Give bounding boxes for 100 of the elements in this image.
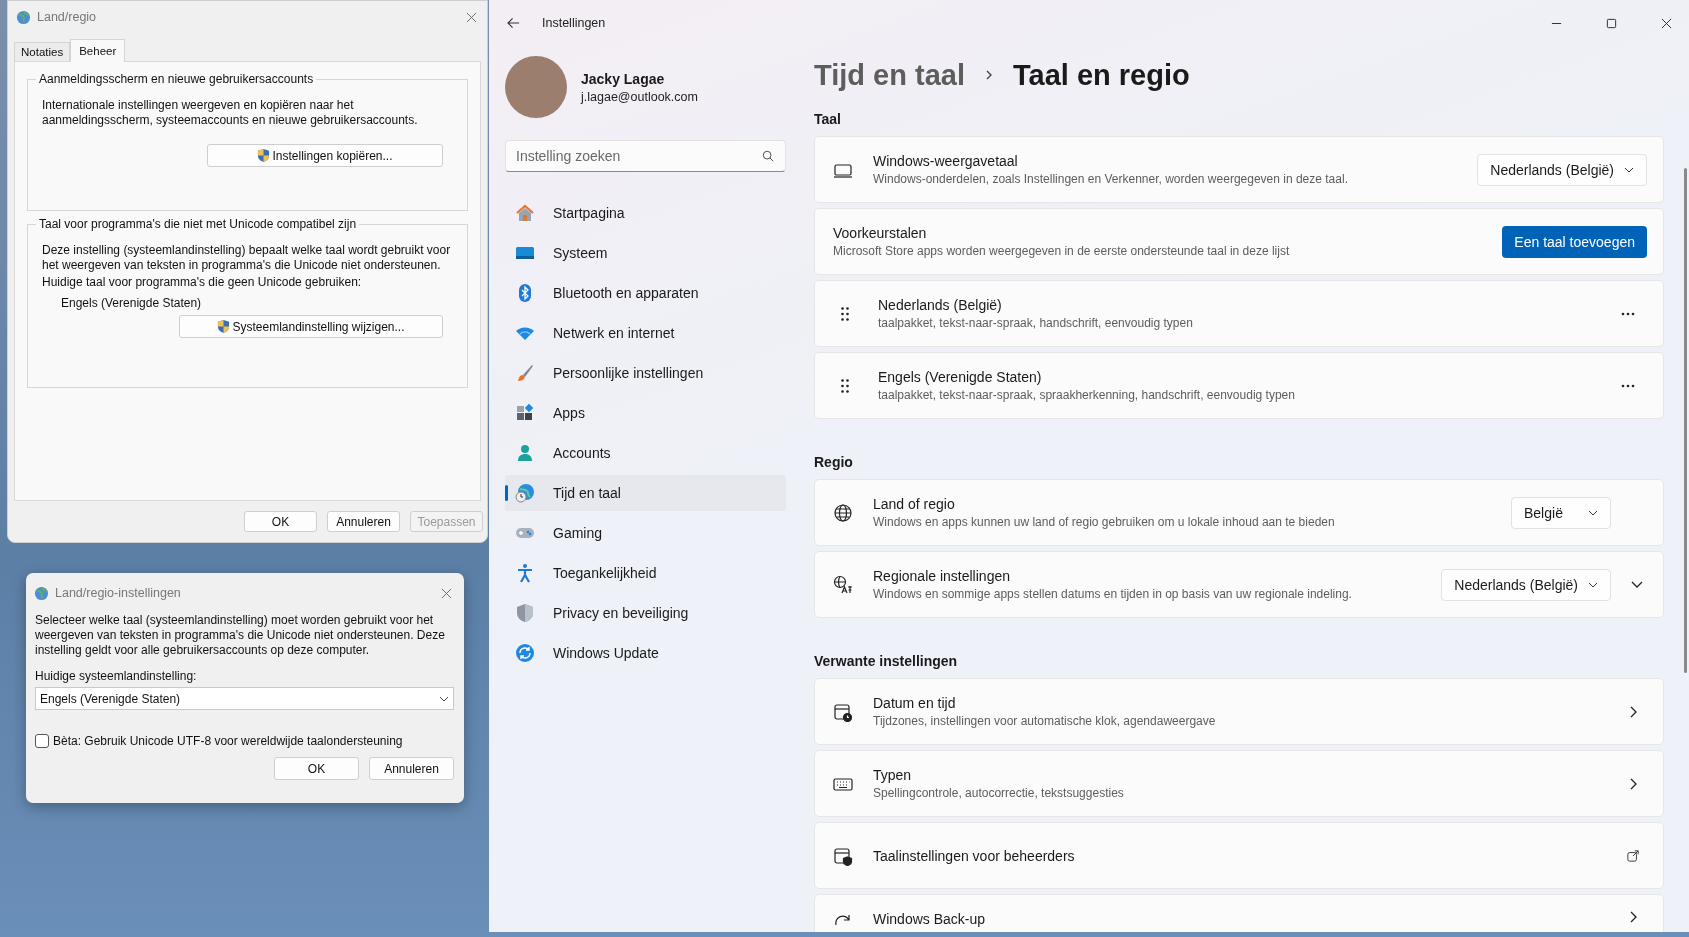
nav-item[interactable]: Netwerk en internet [505,315,786,351]
setting-title: Typen [873,767,913,783]
accessibility-icon [515,563,535,583]
nav-item[interactable]: Tijd en taal [505,475,786,511]
setting-title: Nederlands (België) [878,297,1003,313]
settings-card[interactable]: Datum en tijd Tijdzones, instellingen voor automatische klok, agendaweergave [814,678,1664,745]
nav-item[interactable]: Toegankelijkheid [505,555,786,591]
external-link-icon [1627,849,1639,862]
drag-handle-icon[interactable] [841,378,849,393]
nav-item[interactable]: Startpagina [505,195,786,231]
search-field[interactable]: Instelling zoeken [505,140,786,172]
user-email: j.lagae@outlook.com [581,89,698,104]
nav-item[interactable]: Apps [505,395,786,431]
description-text: Internationale instellingen weergeven en kopiëren naar het aanmeldingsscherm, systeemaccounts en nieuwe gebruikersaccounts. [42,98,419,128]
brush-icon [515,363,535,383]
dialog-button[interactable]: OK [274,757,359,780]
setting-description: taalpakket, tekst-naar-spraak, handschrift, eenvoudig typen [878,316,1194,330]
settings-card[interactable]: Windows Back-up [814,894,1664,932]
shield-icon [257,148,271,163]
description-text: Deze instelling (systeemlandinstelling) bepaalt welke taal wordt gebruikt voor het weergeven van teksten in programma's die Unicode niet ondersteunen. [42,243,452,273]
tab[interactable]: Notaties [14,42,71,61]
calendar-icon [833,701,853,722]
back-arrow-icon[interactable] [507,17,520,29]
section-heading: Verwante instellingen [814,653,959,669]
dropdown[interactable]: Nederlands (België) [1441,568,1611,601]
group-heading: Taal voor programma's die niet met Unicode compatibel zijn [36,217,360,231]
maximize-icon[interactable] [1606,17,1617,29]
dialog-title: Land/regio [37,10,98,24]
setting-description: Microsoft Store apps worden weergegeven in de eerste ondersteunde taal in deze lijst [833,244,1291,258]
home-icon [515,203,535,223]
dialog-button[interactable]: Annuleren [327,511,400,532]
breadcrumb-parent[interactable]: Tijd en taal [814,58,965,92]
apps-icon [515,403,535,423]
chevron-down-icon [439,695,449,702]
nav-item[interactable]: Gaming [505,515,786,551]
close-icon[interactable] [1661,17,1672,29]
window-title: Instellingen [542,16,606,30]
setting-description: Spellingcontrole, autocorrectie, tekstsuggesties [873,786,1125,800]
globe-icon [833,502,853,523]
tab[interactable]: Beheer [70,39,126,62]
chevron-down-icon [1588,509,1598,516]
search-icon [762,150,774,162]
drag-handle-icon[interactable] [841,306,849,321]
setting-description: Windows en apps kunnen uw land of regio gebruiken om u lokale inhoud aan te bieden [873,515,1336,529]
globe-icon [16,9,31,25]
more-options-icon[interactable] [1621,383,1635,388]
sync-icon [515,643,535,663]
more-options-icon[interactable] [1621,311,1635,316]
page-title: Taal en regio [1012,58,1190,92]
setting-title: Windows-weergavetaal [873,153,1019,169]
dialog-button[interactable]: OK [244,511,317,532]
globe-letters-icon [833,574,853,595]
scrollbar[interactable] [1684,168,1687,673]
chevron-right-icon [984,69,993,81]
settings-card[interactable]: Typen Spellingcontrole, autocorrectie, tekstsuggesties [814,750,1664,817]
setting-description: Tijdzones, instellingen voor automatische klok, agendaweergave [873,714,1217,728]
nav-item[interactable]: Privacy en beveiliging [505,595,786,631]
setting-title: Datum en tijd [873,695,957,711]
group-heading: Aanmeldingsscherm en nieuwe gebruikersaccounts [36,72,317,86]
nav-item[interactable]: Accounts [505,435,786,471]
setting-description: Windows-onderdelen, zoals Instellingen en Verkenner, worden weergegeven in deze taal. [873,172,1349,186]
settings-card[interactable]: Taalinstellingen voor beheerders [814,822,1664,889]
section-heading: Regio [814,454,854,470]
dropdown[interactable]: België [1511,496,1611,529]
setting-title: Land of regio [873,496,956,512]
change-locale-button[interactable]: Systeemlandinstelling wijzigen... [179,315,443,338]
setting-description: taalpakket, tekst-naar-spraak, spraakherkenning, handschrift, eenvoudig typen [878,388,1296,402]
person-icon [515,443,535,463]
setting-title: Windows Back-up [873,911,987,927]
setting-description: Windows en sommige apps stellen datums en tijden in op basis van uw regionale indeling. [873,587,1353,601]
nav-item[interactable]: Windows Update [505,635,786,671]
dialog-button[interactable]: Annuleren [369,757,454,780]
shield-icon [515,603,535,623]
checkbox-label: Bèta: Gebruik Unicode UTF-8 voor wereldwijde taalondersteuning [53,734,403,748]
dialog-title: Land/regio-instellingen [55,586,182,600]
locale-dropdown[interactable]: Engels (Verenigde Staten) [35,687,454,710]
nav-item[interactable]: Persoonlijke instellingen [505,355,786,391]
shield-icon [217,319,231,334]
setting-title: Engels (Verenigde Staten) [878,369,1043,385]
copy-settings-button[interactable]: Instellingen kopiëren... [207,144,443,167]
description-text: Selecteer welke taal (systeemlandinstelling) moet worden gebruikt voor het weergeven van teksten in programma's die Unicode niet ondersteunen. Deze instelling geldt voor alle gebruikersaccounts op deze computer. [35,613,446,658]
current-language-value: Engels (Verenigde Staten) [61,296,203,310]
field-label: Huidige systeemlandinstelling: [35,669,198,683]
setting-title: Voorkeurstalen [833,225,928,241]
section-heading: Taal [814,111,842,127]
globe-icon [34,585,49,601]
nav-item[interactable]: Systeem [505,235,786,271]
add-language-button[interactable]: Een taal toevoegen [1502,225,1647,258]
shield-window-icon [833,845,853,866]
user-name: Jacky Lagae [581,70,666,87]
chevron-down-icon [1624,166,1634,173]
nav-item[interactable]: Bluetooth en apparaten [505,275,786,311]
setting-title: Regionale instellingen [873,568,1011,584]
expand-chevron-icon[interactable] [1631,580,1643,589]
selection-indicator [505,485,508,501]
setting-title: Taalinstellingen voor beheerders [873,847,1076,864]
globe-clock-icon [515,483,535,503]
dropdown[interactable]: Nederlands (België) [1477,153,1647,186]
checkbox[interactable] [35,734,49,748]
chevron-down-icon [1588,581,1598,588]
